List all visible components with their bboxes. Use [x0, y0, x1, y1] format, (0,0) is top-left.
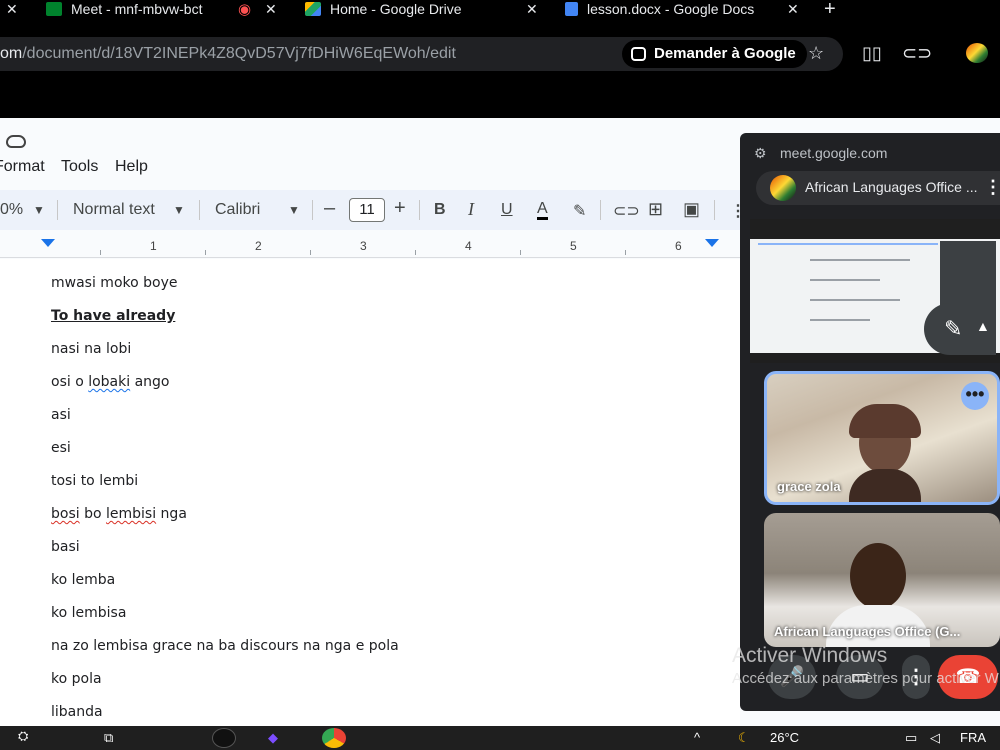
close-tab-icon[interactable]: ✕ [6, 0, 18, 18]
menu-format[interactable]: Format [0, 158, 45, 176]
google-lens-icon [631, 47, 646, 61]
formatting-toolbar: 0% ▼ Normal text ▼ Calibri ▼ – 11 + B I … [0, 190, 760, 230]
italic-button[interactable]: I [468, 199, 474, 220]
font-select[interactable]: Calibri [215, 201, 260, 219]
chrome-icon[interactable] [322, 728, 346, 748]
participant-options-button[interactable]: ••• [961, 382, 989, 410]
menu-tools[interactable]: Tools [61, 158, 98, 176]
pen-icon: ✎ [944, 316, 963, 341]
profile-avatar[interactable] [966, 43, 988, 63]
close-tab-icon[interactable]: ✕ [787, 0, 799, 18]
url-text: om/document/d/18VT2INEPk4Z8QvD57Vj7fDHiW… [0, 45, 456, 62]
add-comment-icon[interactable]: ⊞ [648, 199, 663, 220]
chevron-down-icon[interactable]: ▼ [288, 203, 300, 217]
tab-drive[interactable]: Home - Google Drive [305, 0, 462, 18]
document-line: ko pola [51, 671, 102, 687]
document-line: esi [51, 440, 71, 456]
meet-pip-window[interactable]: ⚙ meet.google.com African Languages Offi… [740, 133, 1000, 711]
tiktok-icon[interactable] [212, 728, 236, 748]
microphone-icon: 🎤 [779, 666, 805, 688]
input-language[interactable]: FRA [960, 730, 986, 745]
recording-icon: ◉ [238, 1, 252, 18]
underline-button[interactable]: U [501, 201, 513, 219]
chevron-down-icon[interactable]: ▼ [173, 203, 185, 217]
meet-title-chip[interactable]: African Languages Office ... ⋮ [756, 171, 1000, 205]
document-line: tosi to lembi [51, 473, 139, 489]
chevron-down-icon[interactable]: ▼ [33, 203, 45, 217]
link-icon[interactable]: ⊂⊃ [902, 43, 932, 63]
close-tab-icon[interactable]: ✕ [526, 0, 538, 18]
close-tab-icon[interactable]: ✕ [265, 0, 277, 18]
drive-icon [305, 2, 321, 16]
app-icon[interactable]: ◆ [268, 730, 278, 746]
task-view-icon[interactable]: ⧉ [104, 730, 113, 746]
document-line: bosi bo lembisi nga [51, 506, 187, 522]
document-line: asi [51, 407, 71, 423]
participant-name: grace zola [777, 479, 841, 494]
chevron-up-icon[interactable]: ^ [694, 730, 700, 745]
participant-tile[interactable]: ••• grace zola [764, 371, 1000, 505]
indent-marker[interactable] [41, 239, 55, 247]
tab-docs[interactable]: lesson.docx - Google Docs [565, 0, 754, 18]
cloud-saved-icon [6, 135, 26, 148]
decrease-font-size-button[interactable]: – [324, 197, 335, 220]
participant-tile[interactable]: African Languages Office (G... [764, 513, 1000, 647]
font-size-input[interactable]: 11 [349, 198, 385, 222]
windows-taskbar: ⛭ ⧉ ◆ ^ ☾ 26°C ▭ ◁ FRA [0, 726, 1000, 750]
paragraph-style-select[interactable]: Normal text [73, 201, 155, 219]
zoom-select[interactable]: 0% [0, 201, 23, 219]
insert-image-icon[interactable]: ▣ [683, 199, 700, 220]
tab-label: Home - Google Drive [330, 1, 462, 17]
more-options-icon[interactable]: ⋮ [984, 177, 1000, 198]
document-line: basi [51, 539, 80, 555]
menu-help[interactable]: Help [115, 158, 148, 176]
volume-icon[interactable]: ◁ [930, 730, 940, 746]
document-line: nasi na lobi [51, 341, 132, 357]
microphone-button[interactable]: 🎤 [768, 655, 816, 699]
annotate-button[interactable]: ✎ ▲ [924, 303, 996, 355]
meeting-title: African Languages Office ... [805, 179, 978, 195]
camera-icon: ▭ [850, 666, 870, 688]
document-line: na zo lembisa grace na ba discours na ng… [51, 638, 399, 654]
tab-label: Meet - mnf-mbvw-bct [71, 1, 203, 17]
document-page[interactable]: mwasi moko boye To have already nasi na … [0, 259, 740, 726]
weather-icon: ☾ [738, 730, 750, 745]
battery-icon[interactable]: ▭ [905, 730, 917, 746]
insert-link-icon[interactable]: ⊂⊃ [613, 201, 640, 221]
new-tab-icon[interactable]: + [824, 0, 836, 20]
bookmark-star-icon[interactable]: ☆ [808, 43, 824, 63]
docs-icon [565, 2, 578, 16]
hang-up-button[interactable]: ☎ [938, 655, 998, 699]
document-line: ko lemba [51, 572, 116, 588]
document-line: libanda [51, 704, 103, 720]
browser-toolbar: om/document/d/18VT2INEPk4Z8QvD57Vj7fDHiW… [0, 18, 1000, 90]
meet-icon [46, 2, 62, 16]
more-options-icon[interactable]: ⋮ [902, 655, 930, 699]
reading-mode-icon[interactable]: ▯▯ [862, 43, 882, 63]
tab-meet[interactable]: Meet - mnf-mbvw-bct [46, 0, 202, 18]
temperature: 26°C [770, 730, 800, 745]
document-line: To have already [51, 308, 176, 324]
ask-google-button[interactable]: Demander à Google [622, 40, 807, 68]
participant-name: African Languages Office (G... [774, 624, 961, 639]
avatar [770, 175, 796, 201]
document-line: osi o lobaki ango [51, 374, 170, 390]
ruler: 1 2 3 4 5 6 [0, 238, 740, 258]
right-indent-marker[interactable] [705, 239, 719, 247]
camera-button[interactable]: ▭ [836, 655, 884, 699]
increase-font-size-button[interactable]: + [394, 197, 406, 220]
site-settings-icon[interactable]: ⚙ [754, 145, 767, 162]
meet-url: meet.google.com [780, 145, 888, 161]
app-icon[interactable]: ⛭ [18, 728, 28, 744]
tab-label: lesson.docx - Google Docs [587, 1, 755, 17]
highlight-pen-icon[interactable]: ✎ [573, 201, 586, 221]
text-color-button[interactable]: A [537, 201, 548, 220]
bold-button[interactable]: B [434, 201, 446, 219]
address-bar[interactable]: om/document/d/18VT2INEPk4Z8QvD57Vj7fDHiW… [0, 37, 843, 71]
document-line: mwasi moko boye [51, 275, 178, 291]
document-line: ko lembisa [51, 605, 127, 621]
tab-strip: ✕ Meet - mnf-mbvw-bct ◉ ✕ Home - Google … [0, 0, 1000, 20]
phone-hangup-icon: ☎ [955, 666, 981, 688]
chevron-up-icon: ▲ [976, 318, 990, 334]
